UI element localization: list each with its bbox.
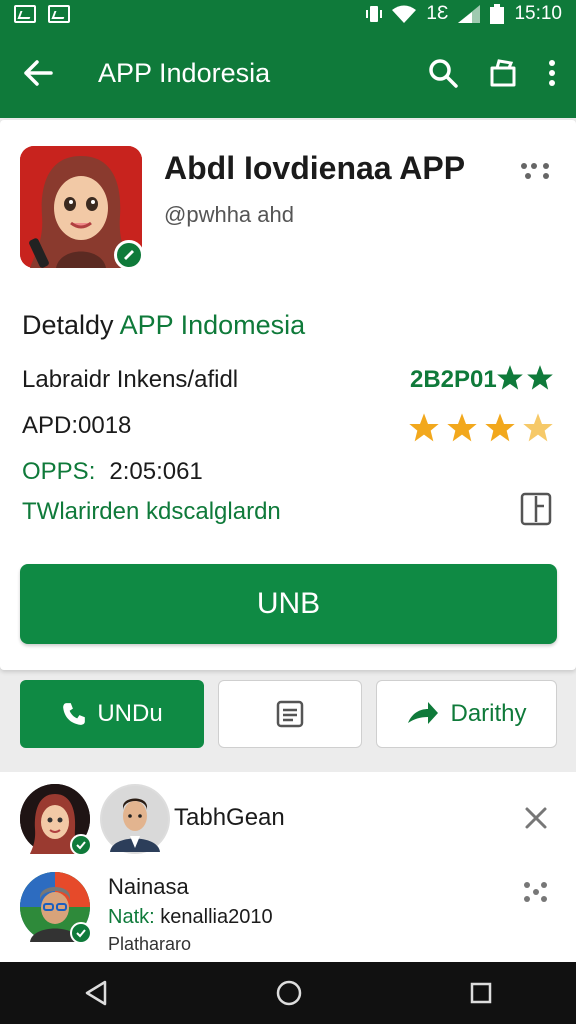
primary-button[interactable]: UNB xyxy=(20,564,557,644)
avatar[interactable] xyxy=(100,784,170,854)
detail-row-3-value: 2:05:061 xyxy=(109,458,203,485)
call-button[interactable]: UNDu xyxy=(20,680,204,748)
contact-list: TabhGean Nainasa Natk: kenallia2010 Plat… xyxy=(0,772,576,962)
share-arrow-icon xyxy=(408,702,439,724)
system-nav-bar xyxy=(0,962,576,1024)
star-icon xyxy=(485,413,515,442)
list-item-name[interactable]: TabhGean xyxy=(174,804,285,832)
battery-icon xyxy=(490,4,505,24)
back-button[interactable] xyxy=(0,60,76,86)
recents-square-icon[interactable] xyxy=(469,981,493,1005)
search-icon[interactable] xyxy=(428,58,458,88)
app-name: Abdl Iovdienaa APP xyxy=(164,150,466,186)
app-bar-title: APP Indoresia xyxy=(98,57,271,88)
details-heading: Detaldy APP Indomesia xyxy=(22,310,305,341)
image-notification-icon xyxy=(48,5,70,23)
star-icon xyxy=(447,413,477,442)
avatar[interactable] xyxy=(20,784,92,856)
detail-row-4-link[interactable]: TWlarirden kdscalglardn xyxy=(22,498,281,526)
home-circle-icon[interactable] xyxy=(275,979,303,1007)
arrow-back-icon xyxy=(24,60,53,86)
list-item-detail-label: Natk: xyxy=(108,906,155,928)
rating-code: 2B2P01 xyxy=(410,366,497,393)
more-options-icon[interactable] xyxy=(520,160,550,182)
verified-badge-icon xyxy=(114,240,144,270)
man-portrait-illustration xyxy=(102,786,168,852)
green-stars xyxy=(496,364,554,392)
star-half-icon xyxy=(523,413,553,442)
verified-badge-icon xyxy=(70,922,92,944)
close-icon[interactable] xyxy=(524,806,548,830)
star-rating xyxy=(408,412,554,444)
app-handle: @pwhha ahd xyxy=(164,202,294,227)
detail-row-2: APD:0018 xyxy=(22,412,132,439)
verified-badge-icon xyxy=(70,834,92,856)
clock: 15:10 xyxy=(514,3,562,24)
details-heading-highlight: APP Indomesia xyxy=(119,310,306,340)
action-buttons: UNDu Darithy xyxy=(0,680,576,750)
star-icon xyxy=(409,413,439,442)
status-bar: 1Ɛ 15:10 xyxy=(0,0,576,28)
detail-row-3: OPPS: 2:05:061 xyxy=(22,458,203,486)
back-triangle-icon[interactable] xyxy=(83,979,109,1007)
document-icon xyxy=(276,700,304,728)
call-button-label: UNDu xyxy=(97,700,163,727)
details-heading-prefix: Detaldy xyxy=(22,310,114,340)
app-avatar xyxy=(20,146,144,270)
list-item-detail-value: kenallia2010 xyxy=(160,906,273,928)
image-notification-icon xyxy=(14,5,36,23)
list-item-subtext: Plathararo xyxy=(108,934,192,954)
network-label: 1Ɛ xyxy=(426,3,449,24)
detail-row-1: Labraidr Inkens/afidl xyxy=(22,366,239,393)
detail-row-3-label: OPPS: xyxy=(22,458,96,485)
shopping-bag-icon[interactable] xyxy=(488,58,518,88)
note-icon[interactable] xyxy=(520,492,552,526)
star-icon xyxy=(497,365,523,390)
list-item-detail: Natk: kenallia2010 xyxy=(108,906,273,929)
vibrate-icon xyxy=(366,6,383,22)
phone-icon xyxy=(63,703,86,725)
list-item-name[interactable]: Nainasa xyxy=(108,874,189,900)
more-options-icon[interactable] xyxy=(522,880,548,904)
app-detail-card: Abdl Iovdienaa APP @pwhha ahd Detaldy AP… xyxy=(0,120,576,670)
avatar[interactable] xyxy=(20,872,92,944)
share-button-label: Darithy xyxy=(450,700,527,727)
star-icon xyxy=(527,365,553,390)
overflow-menu-icon[interactable] xyxy=(548,59,556,87)
wifi-icon xyxy=(392,5,417,23)
share-button[interactable]: Darithy xyxy=(376,680,557,748)
app-bar: APP Indoresia xyxy=(0,28,576,118)
document-button[interactable] xyxy=(218,680,362,748)
signal-icon xyxy=(458,5,481,23)
